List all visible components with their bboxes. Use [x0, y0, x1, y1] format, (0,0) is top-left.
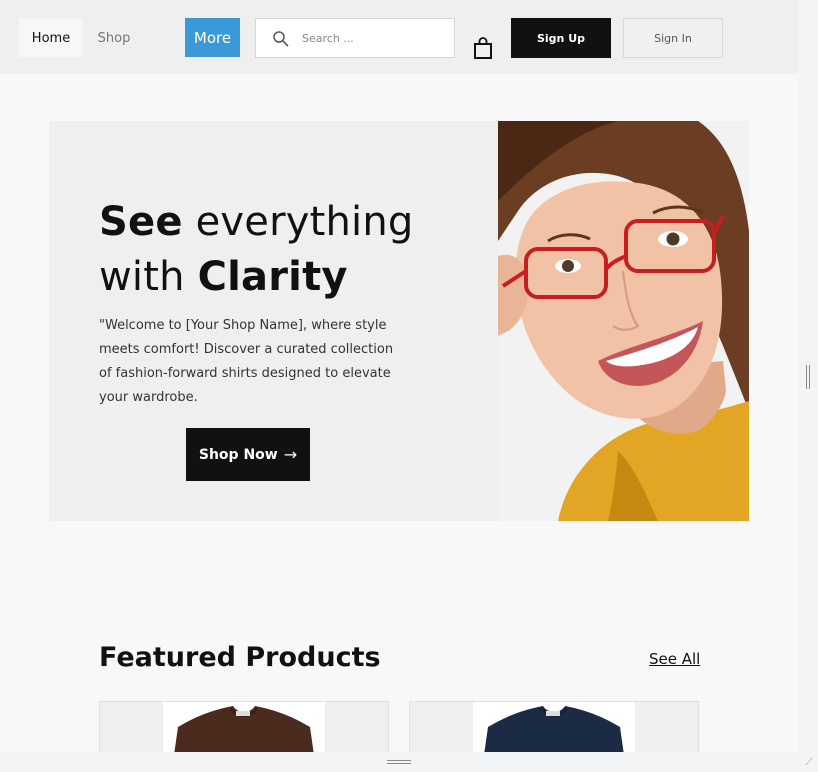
corner-resize-icon[interactable]: ⟋: [803, 757, 815, 769]
hero-image: [498, 121, 749, 521]
arrow-right-icon: →: [283, 445, 298, 464]
search-input[interactable]: [302, 28, 447, 48]
product-card[interactable]: [409, 701, 699, 752]
sign-in-button[interactable]: Sign In: [623, 18, 723, 58]
nav-home-link[interactable]: Home: [19, 19, 83, 57]
product-image: [163, 702, 325, 752]
horizontal-resize-handle[interactable]: [0, 752, 818, 772]
sign-up-button[interactable]: Sign Up: [511, 18, 611, 58]
nav-shop-link[interactable]: Shop: [86, 19, 142, 57]
hero-description: "Welcome to [Your Shop Name], where styl…: [99, 318, 394, 405]
page-viewport: Home Shop More Sign Up Sign In See every…: [0, 0, 798, 752]
shop-now-button[interactable]: Shop Now →: [186, 428, 310, 481]
hero-title: See everything with Clarity: [99, 199, 414, 300]
product-card[interactable]: [99, 701, 389, 752]
shopping-bag-icon[interactable]: [472, 36, 494, 60]
top-navigation: Home Shop More Sign Up Sign In: [0, 0, 798, 74]
hero-banner: See everything with Clarity "Welcome to […: [49, 121, 749, 521]
shop-now-label: Shop Now: [198, 446, 278, 463]
search-box[interactable]: [255, 18, 455, 58]
product-image: [473, 702, 635, 752]
nav-more-button[interactable]: More: [185, 18, 240, 57]
search-icon: [273, 31, 289, 47]
featured-products-title: Featured Products: [99, 642, 381, 673]
vertical-resize-handle[interactable]: [798, 0, 818, 772]
see-all-link[interactable]: See All: [649, 650, 700, 668]
